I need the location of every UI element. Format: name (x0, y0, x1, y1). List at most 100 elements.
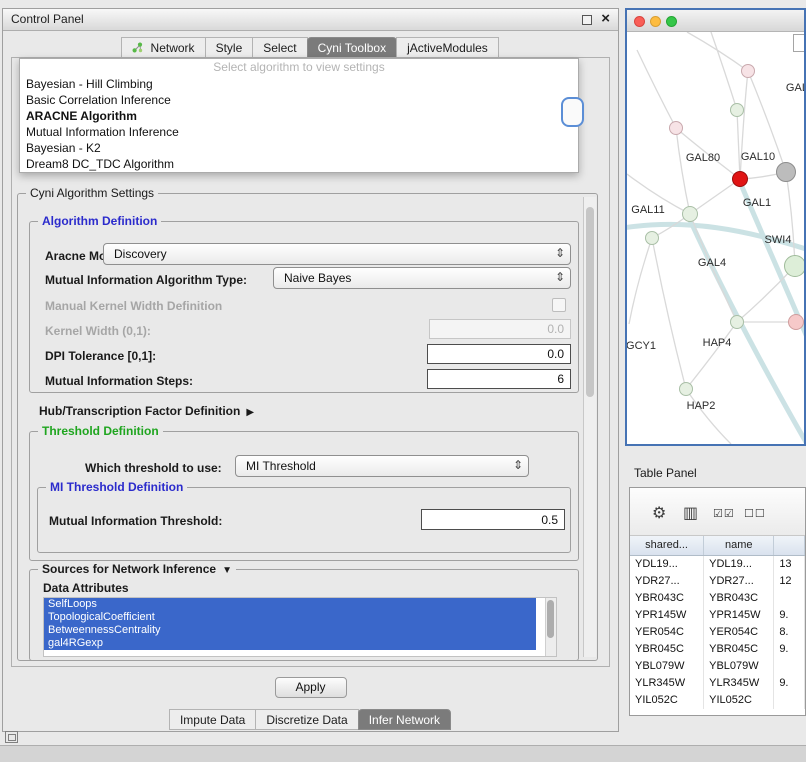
table-row[interactable]: YER054C YER054C 8. (630, 624, 805, 641)
data-attributes-list[interactable]: SelfLoops TopologicalCoefficient Between… (43, 597, 557, 657)
apply-button[interactable]: Apply (275, 677, 347, 698)
column-header-shared-name[interactable]: shared... (630, 536, 704, 555)
sources-title-label: Sources for Network Inference (42, 562, 216, 576)
table-cell: YBR043C (704, 590, 774, 607)
network-node-label: HAP2 (687, 400, 716, 412)
algorithm-option[interactable]: Basic Correlation Inference (20, 92, 578, 108)
control-panel-tab[interactable]: Style (205, 37, 254, 58)
network-node[interactable] (741, 64, 755, 78)
desktop: Control Panel × Network Style Select (0, 0, 806, 762)
network-node[interactable] (730, 103, 744, 117)
tab-label: Impute Data (180, 713, 245, 727)
network-node-label: GCY1 (626, 340, 656, 352)
algorithm-option[interactable]: Bayesian - Hill Climbing (20, 76, 578, 92)
settings-scrollbar-thumb[interactable] (586, 207, 594, 397)
tab-label: Infer Network (369, 713, 440, 727)
tab-label: Select (263, 41, 296, 55)
algorithm-option[interactable]: ARACNE Algorithm (20, 108, 578, 124)
control-panel-tab[interactable]: Cyni Toolbox (307, 37, 397, 58)
status-strip (0, 745, 806, 762)
attribute-item[interactable]: gal4RGexp (44, 637, 536, 650)
table-row[interactable]: YDL19... YDL19... 13 (630, 556, 805, 573)
control-panel-window: Control Panel × Network Style Select (2, 8, 619, 732)
network-node-label: GAL80 (686, 152, 720, 164)
control-panel-tab[interactable]: Network (121, 37, 205, 58)
bottom-tab[interactable]: Impute Data (169, 709, 256, 730)
mac-minimize-button[interactable] (650, 16, 661, 27)
table-row[interactable]: YLR345W YLR345W 9. (630, 675, 805, 692)
table-cell: YBL079W (704, 658, 774, 675)
network-node[interactable] (788, 314, 804, 330)
collapse-right-icon: ▶ (246, 407, 254, 418)
settings-scrollbar[interactable] (583, 197, 596, 657)
table-cell: YLR345W (704, 675, 774, 692)
network-node[interactable] (679, 382, 693, 396)
network-node[interactable] (682, 206, 698, 222)
attribute-item[interactable]: TopologicalCoefficient (44, 611, 536, 624)
table-row[interactable]: YPR145W YPR145W 9. (630, 607, 805, 624)
dpi-tolerance-field[interactable]: 0.0 (427, 344, 571, 364)
mi-steps-field[interactable]: 6 (427, 369, 571, 389)
algorithm-option[interactable]: Mutual Information Inference (20, 124, 578, 140)
bottom-tab[interactable]: Infer Network (358, 709, 451, 730)
table-cell: YER054C (630, 624, 704, 641)
attribute-item[interactable]: SelfLoops (44, 598, 536, 611)
network-node-label: GAL11 (631, 204, 664, 216)
network-node-label: GAL1 (743, 197, 771, 209)
gear-icon[interactable]: ⚙ (652, 503, 666, 523)
network-node[interactable] (730, 315, 744, 329)
network-titlebar[interactable] (627, 10, 804, 32)
network-node[interactable] (669, 121, 683, 135)
algorithm-popup-placeholder: Select algorithm to view settings (20, 59, 578, 76)
mac-close-button[interactable] (634, 16, 645, 27)
network-node-label: SWI4 (765, 234, 792, 246)
table-cell: YDR27... (630, 573, 704, 590)
algorithm-option[interactable]: Dream8 DC_TDC Algorithm (20, 156, 578, 172)
table-cell (774, 692, 805, 709)
mi-type-select[interactable]: Naive Bayes ⇕ (273, 267, 571, 289)
float-panel-icon[interactable] (5, 731, 18, 743)
algorithm-select-combo-fragment[interactable] (561, 97, 584, 127)
table-row[interactable]: YBL079W YBL079W (630, 658, 805, 675)
table-cell: 12 (774, 573, 805, 590)
unchecked-boxes-icon[interactable]: ☐☐ (744, 507, 766, 520)
network-node[interactable] (645, 231, 659, 245)
close-window-icon[interactable]: × (601, 10, 610, 27)
checked-boxes-icon[interactable]: ☑☑ (713, 507, 735, 520)
table-row[interactable]: YIL052C YIL052C (630, 692, 805, 709)
table-cell: YBR045C (630, 641, 704, 658)
attribute-item[interactable]: BetweennessCentrality (44, 624, 536, 637)
attributes-scrollbar[interactable] (545, 598, 556, 656)
network-node[interactable] (776, 162, 796, 182)
network-node[interactable] (732, 171, 748, 187)
bottom-tab[interactable]: Discretize Data (255, 709, 358, 730)
table-row[interactable]: YBR043C YBR043C (630, 590, 805, 607)
hub-section-toggle[interactable]: Hub/Transcription Factor Definition▶ (39, 404, 254, 418)
aracne-mode-select[interactable]: Discovery ⇕ (103, 243, 571, 265)
table-row[interactable]: YDR27... YDR27... 12 (630, 573, 805, 590)
network-view-window: GAL7GAL80GAL10GAL11GAL1SWI4GAL4GCY1HAP4H… (625, 8, 806, 446)
table-cell: YBR043C (630, 590, 704, 607)
table-cell: YDR27... (704, 573, 774, 590)
control-panel-titlebar[interactable]: Control Panel × (3, 9, 618, 31)
table-panel-window: ⚙ ▥ ☑☑ ☐☐ shared... name YDL19... YDL19.… (629, 487, 806, 716)
column-header-clipped[interactable] (774, 536, 805, 555)
float-window-icon[interactable] (582, 15, 592, 25)
control-panel-tab[interactable]: Select (252, 37, 307, 58)
which-threshold-select[interactable]: MI Threshold ⇕ (235, 455, 529, 477)
control-panel-tab[interactable]: jActiveModules (396, 37, 499, 58)
attributes-scrollbar-thumb[interactable] (547, 600, 554, 638)
sources-group-title: Sources for Network Inference ▼ (38, 562, 236, 576)
manual-kernel-checkbox[interactable] (552, 298, 566, 312)
columns-icon[interactable]: ▥ (683, 503, 698, 523)
table-row[interactable]: YBR045C YBR045C 9. (630, 641, 805, 658)
network-canvas[interactable]: GAL7GAL80GAL10GAL11GAL1SWI4GAL4GCY1HAP4H… (627, 32, 804, 444)
mi-type-label: Mutual Information Algorithm Type: (45, 273, 247, 287)
expand-down-icon[interactable]: ▼ (222, 565, 232, 576)
network-tool-box[interactable] (793, 34, 806, 52)
mac-zoom-button[interactable] (666, 16, 677, 27)
mi-threshold-field[interactable]: 0.5 (421, 509, 565, 530)
algorithm-option[interactable]: Bayesian - K2 (20, 140, 578, 156)
column-header-name[interactable]: name (704, 536, 774, 555)
network-node[interactable] (784, 255, 806, 277)
